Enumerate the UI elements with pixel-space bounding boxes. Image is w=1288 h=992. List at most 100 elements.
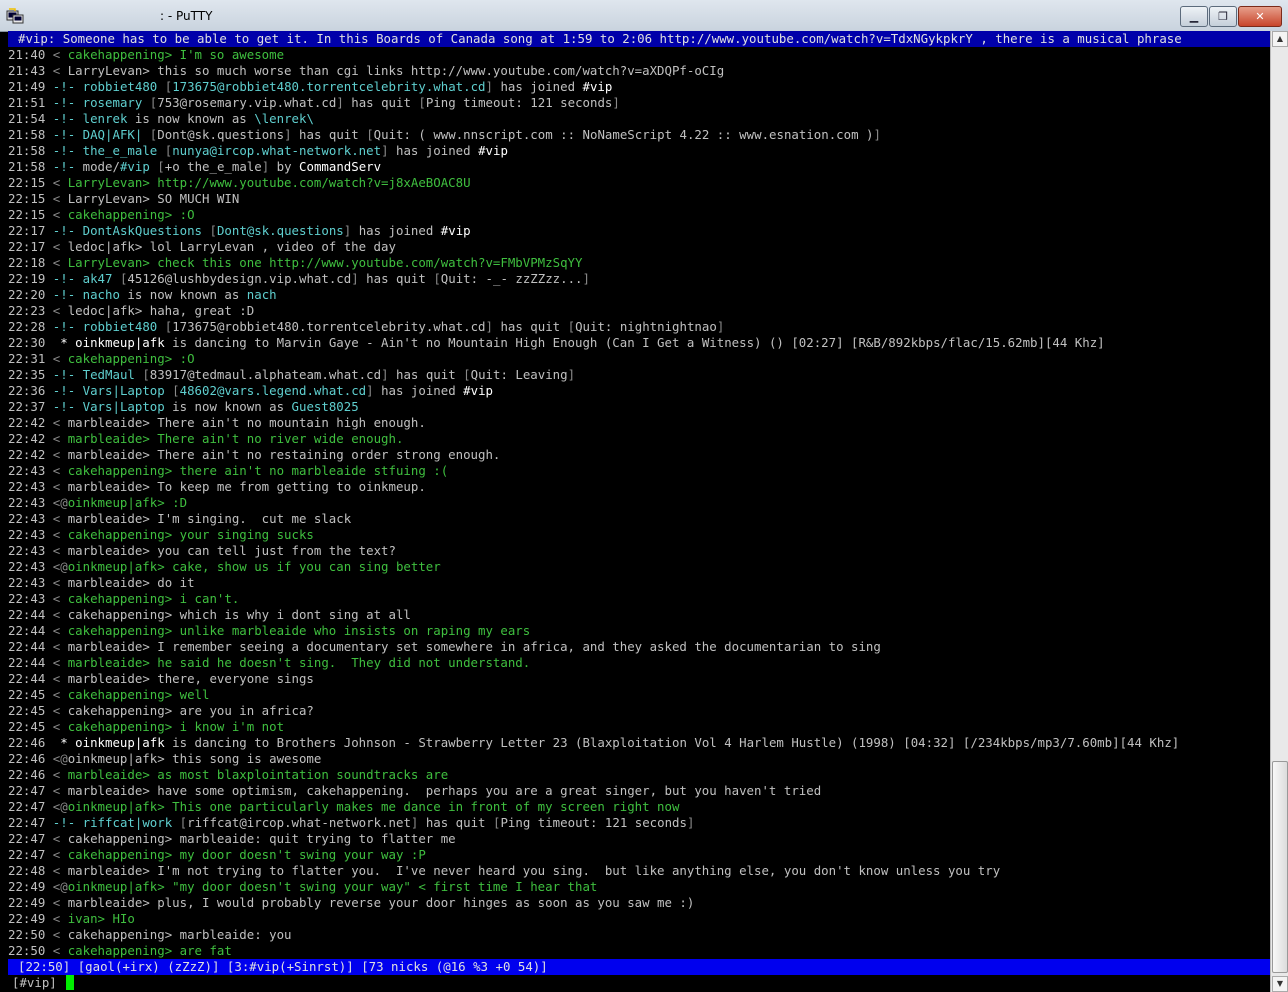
nick: marbleaide [67, 783, 143, 798]
bracket: ] [716, 319, 725, 334]
nick-bracket: < [52, 207, 68, 222]
message-text: check this one http://www.youtube.com/wa… [157, 255, 583, 270]
minimize-button[interactable]: ▁ [1180, 6, 1208, 27]
message-text: To keep me from getting to oinkmeup. [157, 479, 426, 494]
timestamp: 22:43 [8, 527, 46, 542]
timestamp: 22:44 [8, 607, 46, 622]
message-text: There ain't no mountain high enough. [157, 415, 426, 430]
action-text: is dancing to Brothers Johnson - Strawbe… [172, 735, 1180, 750]
timestamp: 22:23 [8, 303, 46, 318]
nick-bracket: < [52, 831, 68, 846]
event-marker: -!- [52, 143, 76, 158]
nick: cakehappening [67, 943, 165, 958]
timestamp: 22:45 [8, 687, 46, 702]
nick: LarryLevan [67, 255, 143, 270]
nick: robbiet480 [82, 319, 158, 334]
nick-bracket: > [142, 447, 158, 462]
nick-bracket: < [52, 671, 68, 686]
nick-bracket: > [142, 255, 158, 270]
event-marker: -!- [52, 319, 76, 334]
nick: cakehappening [67, 687, 165, 702]
chat-line: 22:44 < cakehappening> which is why i do… [8, 607, 1270, 623]
action-text: is dancing to Marvin Gaye - Ain't no Mou… [172, 335, 1105, 350]
timestamp: 22:43 [8, 495, 46, 510]
nick: ledoc|afk [67, 239, 135, 254]
chat-line: 22:23 < ledoc|afk> haha, great :D [8, 303, 1270, 319]
nick: marbleaide [67, 895, 143, 910]
quit-reason: Quit: nightnightnao [575, 319, 717, 334]
message-text: :D [172, 495, 188, 510]
vertical-scrollbar[interactable]: ▲ ▼ [1270, 31, 1288, 992]
message-text: SO MUCH WIN [157, 191, 240, 206]
chat-line: 22:48 < marbleaide> I'm not trying to fl… [8, 863, 1270, 879]
nick: LarryLevan [67, 63, 143, 78]
nick-bracket: < [52, 703, 68, 718]
maximize-button[interactable]: ❐ [1209, 6, 1237, 27]
scrollbar-thumb[interactable] [1272, 761, 1288, 973]
action-marker: * [52, 735, 76, 750]
chat-line: 22:47 < cakehappening> marbleaide: quit … [8, 831, 1270, 847]
new-nick: Guest8025 [291, 399, 359, 414]
nick-bracket: > [142, 479, 158, 494]
mode-change: +o the_e_male [164, 159, 262, 174]
event-text: has quit [425, 815, 486, 830]
nick-bracket: < [52, 639, 68, 654]
user-host: Dont@sk.questions [216, 223, 344, 238]
chat-line: 22:50 < cakehappening> marbleaide: you [8, 927, 1270, 943]
nick-bracket: < [52, 511, 68, 526]
title-bar[interactable]: : - PuTTY ▁ ❐ ✕ [0, 0, 1288, 32]
quit-reason: Quit: Leaving [470, 367, 568, 382]
chat-line: 21:58 -!- mode/#vip [+o the_e_male] by C… [8, 159, 1270, 175]
timestamp: 22:47 [8, 799, 46, 814]
timestamp: 22:42 [8, 415, 46, 430]
close-button[interactable]: ✕ [1238, 6, 1282, 27]
nick: cakehappening [67, 831, 165, 846]
scroll-down-button[interactable]: ▼ [1272, 976, 1288, 992]
nick: cakehappening [67, 47, 165, 62]
bracket: ] [343, 223, 352, 238]
bracket: ] [567, 367, 576, 382]
timestamp: 21:54 [8, 111, 46, 126]
nick: nacho [82, 287, 120, 302]
chat-line: 22:44 < marbleaide> he said he doesn't s… [8, 655, 1270, 671]
chat-line: 22:47 <@oinkmeup|afk> This one particula… [8, 799, 1270, 815]
timestamp: 22:20 [8, 287, 46, 302]
event-text: has quit [500, 319, 561, 334]
event-text: by [276, 159, 292, 174]
chat-line: 22:30 * oinkmeup|afk is dancing to Marvi… [8, 335, 1270, 351]
nick-bracket: > [142, 655, 158, 670]
scroll-up-button[interactable]: ▲ [1272, 31, 1288, 47]
chat-line: 22:36 -!- Vars|Laptop [48602@vars.legend… [8, 383, 1270, 399]
bracket: [ [157, 159, 165, 174]
message-text: there, everyone sings [157, 671, 314, 686]
putty-window: : - PuTTY ▁ ❐ ✕ #vip: Someone has to be … [0, 0, 1288, 992]
input-line[interactable]: [#vip] [8, 975, 1270, 991]
nick-bracket: < [52, 655, 68, 670]
quit-reason: Quit: ( www.nnscript.com :: NoNameScript… [373, 127, 874, 142]
terminal-area[interactable]: #vip: Someone has to be able to get it. … [8, 31, 1270, 992]
timestamp: 21:43 [8, 63, 46, 78]
event-text: is now known as [134, 111, 247, 126]
nick: cakehappening [67, 463, 165, 478]
timestamp: 22:50 [8, 943, 46, 958]
bracket: ] [410, 815, 419, 830]
nick-bracket: > [157, 879, 173, 894]
timestamp: 22:47 [8, 831, 46, 846]
message-text: there ain't no marbleaide stfuing :( [179, 463, 449, 478]
nick: Vars|Laptop [82, 399, 165, 414]
nick-bracket: > [142, 575, 158, 590]
chat-line: 21:40 < cakehappening> I'm so awesome [8, 47, 1270, 63]
nick-bracket: > [142, 671, 158, 686]
nick: CommandServ [299, 159, 382, 174]
putty-app-icon[interactable] [6, 8, 24, 24]
event-text: has quit [351, 95, 411, 110]
status-bar: [22:50] [gaol(+irx) (zZzZ)] [3:#vip(+Sin… [8, 959, 1270, 975]
nick: cakehappening [67, 591, 165, 606]
message-text: This one particularly makes me dance in … [172, 799, 680, 814]
message-text: There ain't no restaining order strong e… [157, 447, 501, 462]
message-text: :O [179, 351, 195, 366]
nick-bracket: < [52, 927, 68, 942]
event-marker: -!- [52, 815, 76, 830]
chat-line: 22:43 < cakehappening> there ain't no ma… [8, 463, 1270, 479]
nick-bracket: < [52, 463, 68, 478]
